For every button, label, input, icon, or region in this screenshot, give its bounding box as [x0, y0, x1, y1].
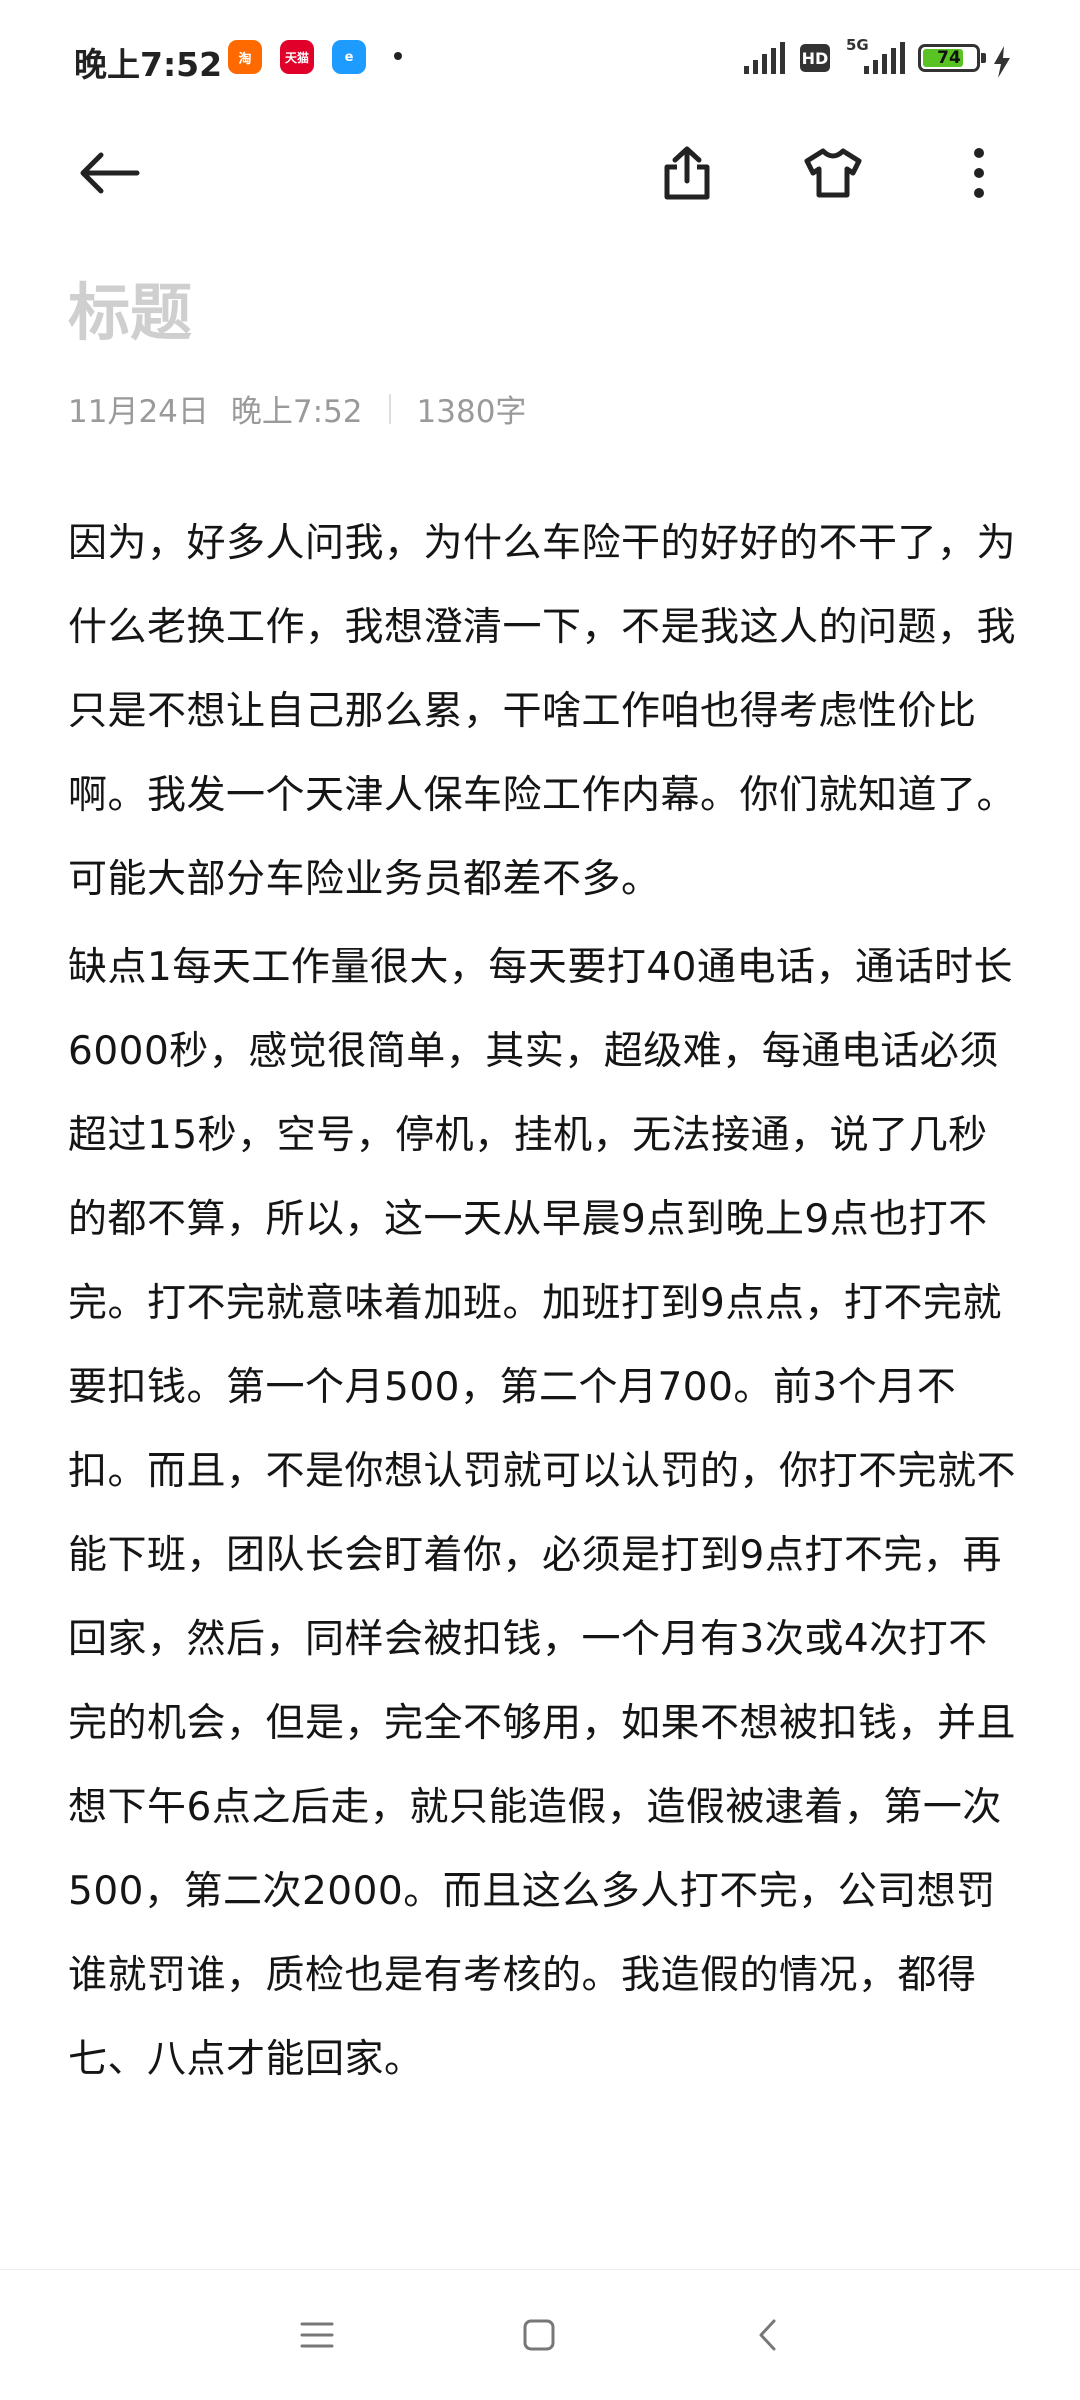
notification-dot-icon [394, 52, 402, 60]
status-time: 晚上7:52 [74, 45, 223, 84]
theme-button[interactable] [798, 138, 868, 208]
home-button[interactable] [504, 2300, 574, 2370]
tmall-icon: 天猫 [280, 40, 314, 74]
paragraph: 缺点1每天工作量很大，每天要打40通电话，通话时长6000秒，感觉很简单，其实，… [68, 945, 1017, 2082]
tshirt-icon [804, 148, 862, 198]
system-back-button[interactable] [732, 2300, 802, 2370]
share-button[interactable] [652, 138, 722, 208]
recent-apps-button[interactable] [282, 2300, 352, 2370]
note-time: 晚上7:52 [230, 394, 363, 430]
taobao-icon: 淘 [228, 40, 262, 74]
share-icon [664, 146, 710, 200]
system-nav-bar [0, 2269, 1080, 2400]
note-title-input[interactable]: 标题 [68, 262, 192, 352]
more-button[interactable] [944, 138, 1014, 208]
back-arrow-icon [80, 152, 140, 194]
hd-badge: HD [800, 44, 830, 72]
home-square-icon [523, 2319, 555, 2351]
eleme-icon: e [332, 40, 366, 74]
note-body[interactable]: 因为，好多人问我，为什么车险干的好好的不干了，为什么老换工作，我想澄清一下，不是… [68, 502, 1018, 2102]
more-vertical-icon [974, 148, 984, 198]
battery-level: 74 [937, 48, 961, 68]
status-bar: 晚上7:52 淘 天猫 e HD 5G 74 [0, 0, 1080, 120]
word-count: 1380字 [416, 394, 527, 430]
menu-icon [300, 2322, 334, 2348]
top-toolbar [0, 120, 1080, 220]
signal-icon [744, 42, 785, 74]
nav-back-icon [759, 2319, 776, 2351]
back-button[interactable] [74, 138, 144, 208]
meta-divider [388, 393, 391, 424]
note-meta: 11月24日 晚上7:52 1380字 [68, 386, 526, 431]
paragraph: 因为，好多人问我，为什么车险干的好好的不干了，为什么老换工作，我想澄清一下，不是… [68, 521, 1017, 902]
battery-icon: 74 [918, 44, 986, 72]
signal-5g-icon [864, 42, 905, 74]
charging-icon [994, 46, 1010, 78]
note-date: 11月24日 [68, 394, 209, 430]
